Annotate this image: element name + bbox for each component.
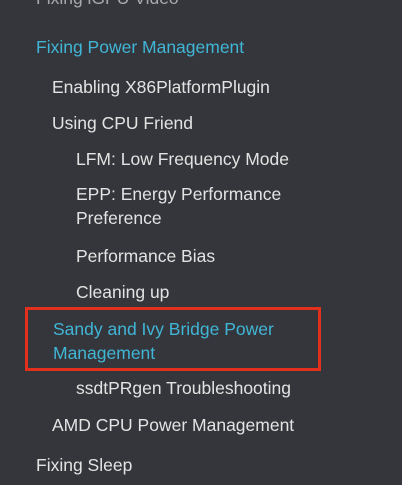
sidebar-item-fixing-power-management[interactable]: Fixing Power Management <box>36 35 244 59</box>
sidebar-item-cleaning-up[interactable]: Cleaning up <box>76 280 169 304</box>
sidebar-item-ssdtprgen-troubleshooting[interactable]: ssdtPRgen Troubleshooting <box>76 376 291 400</box>
sidebar-item-performance-bias[interactable]: Performance Bias <box>76 244 215 268</box>
docs-sidebar: Fixing iGPU Video Fixing Power Managemen… <box>0 0 402 485</box>
sidebar-item-cutoff[interactable]: Fixing iGPU Video <box>36 0 179 10</box>
sidebar-item-sandy-ivy-bridge-power-management[interactable]: Sandy and Ivy Bridge Power Management <box>53 317 303 365</box>
sidebar-item-using-cpu-friend[interactable]: Using CPU Friend <box>52 111 193 135</box>
sidebar-item-epp-energy-performance-preference[interactable]: EPP: Energy Performance Preference <box>76 182 326 230</box>
sidebar-item-lfm-low-frequency-mode[interactable]: LFM: Low Frequency Mode <box>76 147 289 171</box>
sidebar-item-amd-cpu-power-management[interactable]: AMD CPU Power Management <box>52 413 294 437</box>
page-edge <box>402 0 412 485</box>
sidebar-item-fixing-sleep[interactable]: Fixing Sleep <box>36 453 132 477</box>
sidebar-item-enabling-x86platformplugin[interactable]: Enabling X86PlatformPlugin <box>52 75 270 99</box>
